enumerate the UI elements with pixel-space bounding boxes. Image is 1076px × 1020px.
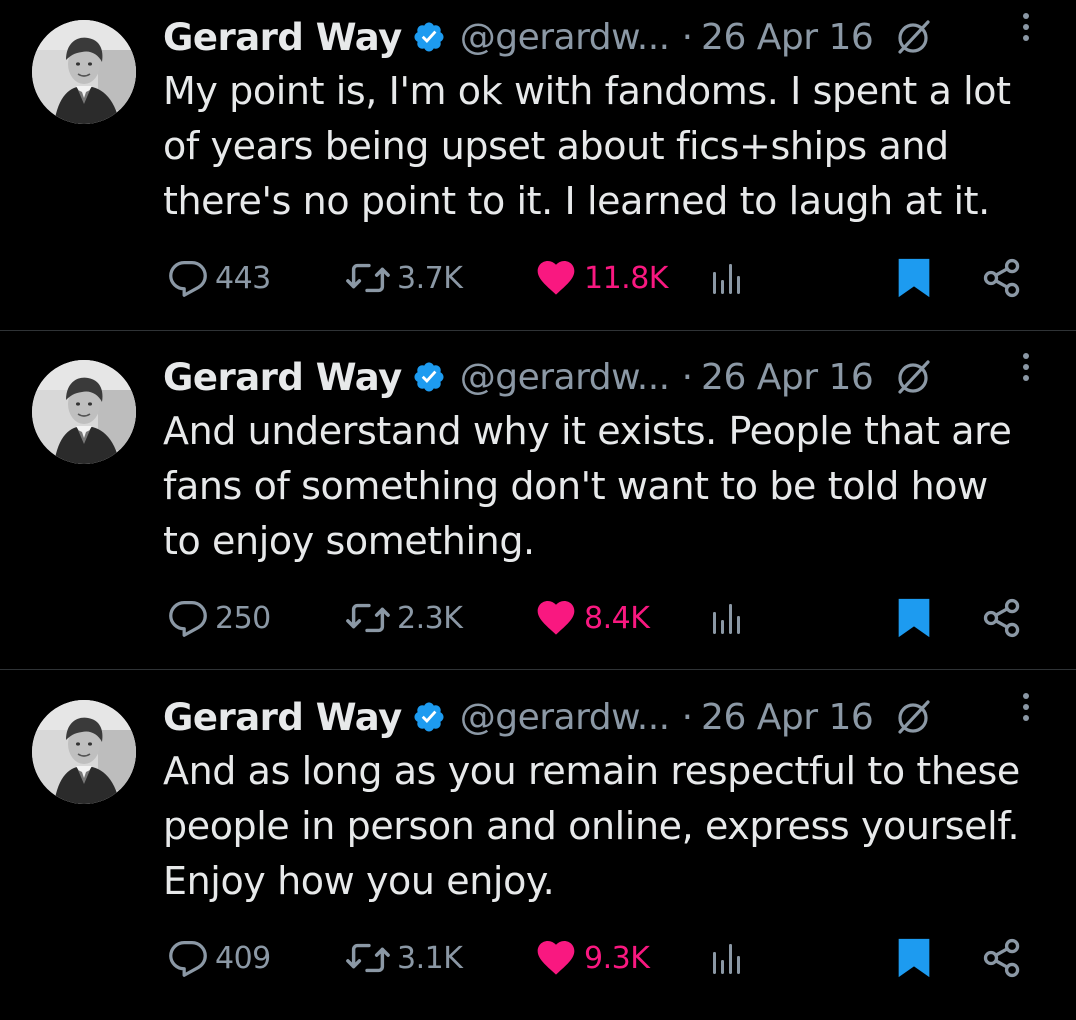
- reply-button[interactable]: 409: [165, 933, 271, 983]
- tweet-actions: 250 2.3K 8.4K: [0, 593, 1076, 643]
- like-count: 11.8K: [584, 260, 668, 296]
- like-button[interactable]: 11.8K: [534, 253, 668, 303]
- retweet-count: 3.7K: [397, 260, 463, 296]
- author-name[interactable]: Gerard Way: [163, 356, 402, 399]
- retweet-count: 2.3K: [397, 600, 463, 636]
- more-options-icon[interactable]: [1020, 690, 1032, 724]
- views-icon: [711, 938, 747, 978]
- author-name[interactable]: Gerard Way: [163, 16, 402, 59]
- tweet[interactable]: Gerard Way @gerardw... · 26 Apr 16: [0, 680, 1076, 1020]
- tweet-thread: Gerard Way @gerardw... · 26 Apr 16 My po…: [0, 0, 1076, 1005]
- author-handle[interactable]: @gerardw...: [460, 357, 670, 398]
- meta-separator: ·: [681, 16, 694, 58]
- bookmark-button[interactable]: [894, 593, 934, 643]
- share-button[interactable]: [980, 933, 1024, 983]
- reply-button[interactable]: 443: [165, 253, 271, 303]
- tweet-date[interactable]: 26 Apr 16: [701, 697, 874, 738]
- views-button[interactable]: [711, 593, 747, 643]
- tweet-header: Gerard Way @gerardw... · 26 Apr 16: [163, 352, 1043, 402]
- heart-icon: [534, 596, 578, 640]
- reply-count: 409: [215, 940, 271, 976]
- reply-button[interactable]: 250: [165, 593, 271, 643]
- verified-badge-icon: [412, 700, 446, 734]
- bookmark-button[interactable]: [894, 253, 934, 303]
- tweet-actions: 443 3.7K 11.8K: [0, 253, 1076, 303]
- views-button[interactable]: [711, 253, 747, 303]
- grok-icon[interactable]: [891, 695, 935, 739]
- more-options-icon[interactable]: [1020, 10, 1032, 44]
- avatar[interactable]: [32, 20, 136, 124]
- heart-icon: [534, 936, 578, 980]
- tweet-actions: 409 3.1K 9.3K: [0, 933, 1076, 983]
- verified-badge-icon: [412, 360, 446, 394]
- share-button[interactable]: [980, 253, 1024, 303]
- bookmark-button[interactable]: [894, 933, 934, 983]
- heart-icon: [534, 256, 578, 300]
- reply-icon: [165, 595, 211, 641]
- verified-badge-icon: [412, 20, 446, 54]
- author-handle[interactable]: @gerardw...: [460, 17, 670, 58]
- views-icon: [711, 598, 747, 638]
- meta-separator: ·: [681, 696, 694, 738]
- tweet-text: And understand why it exists. People tha…: [163, 409, 1012, 563]
- avatar[interactable]: [32, 360, 136, 464]
- retweet-count: 3.1K: [397, 940, 463, 976]
- bookmark-icon: [894, 935, 934, 981]
- author-name[interactable]: Gerard Way: [163, 696, 402, 739]
- retweet-icon: [343, 595, 393, 641]
- views-button[interactable]: [711, 933, 747, 983]
- bookmark-icon: [894, 255, 934, 301]
- reply-count: 250: [215, 600, 271, 636]
- like-count: 8.4K: [584, 600, 650, 636]
- author-handle[interactable]: @gerardw...: [460, 697, 670, 738]
- retweet-button[interactable]: 3.7K: [343, 253, 463, 303]
- bookmark-icon: [894, 595, 934, 641]
- share-button[interactable]: [980, 593, 1024, 643]
- more-options-icon[interactable]: [1020, 350, 1032, 384]
- views-icon: [711, 258, 747, 298]
- tweet-text: My point is, I'm ok with fandoms. I spen…: [163, 69, 1011, 223]
- share-icon: [980, 255, 1024, 301]
- tweet-text: And as long as you remain respectful to …: [163, 749, 1020, 903]
- grok-icon[interactable]: [891, 15, 935, 59]
- tweet-header: Gerard Way @gerardw... · 26 Apr 16: [163, 692, 1043, 742]
- grok-icon[interactable]: [891, 355, 935, 399]
- tweet-date[interactable]: 26 Apr 16: [701, 17, 874, 58]
- retweet-button[interactable]: 3.1K: [343, 933, 463, 983]
- reply-icon: [165, 255, 211, 301]
- tweet-header: Gerard Way @gerardw... · 26 Apr 16: [163, 12, 1043, 62]
- like-button[interactable]: 9.3K: [534, 933, 650, 983]
- like-button[interactable]: 8.4K: [534, 593, 650, 643]
- share-icon: [980, 935, 1024, 981]
- retweet-icon: [343, 255, 393, 301]
- tweet-date[interactable]: 26 Apr 16: [701, 357, 874, 398]
- share-icon: [980, 595, 1024, 641]
- tweet[interactable]: Gerard Way @gerardw... · 26 Apr 16: [0, 340, 1076, 680]
- retweet-icon: [343, 935, 393, 981]
- retweet-button[interactable]: 2.3K: [343, 593, 463, 643]
- tweet[interactable]: Gerard Way @gerardw... · 26 Apr 16: [0, 0, 1076, 340]
- meta-separator: ·: [681, 356, 694, 398]
- reply-count: 443: [215, 260, 271, 296]
- reply-icon: [165, 935, 211, 981]
- like-count: 9.3K: [584, 940, 650, 976]
- avatar[interactable]: [32, 700, 136, 804]
